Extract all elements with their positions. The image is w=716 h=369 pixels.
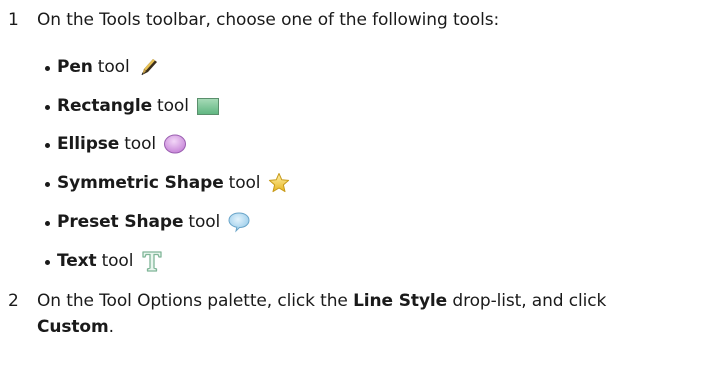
- tool-name: Pen: [57, 57, 93, 77]
- step-number: 2: [8, 291, 19, 311]
- list-item-ellipse: Ellipse tool: [45, 129, 187, 159]
- bullet: [45, 142, 50, 148]
- tool-name: Preset Shape: [57, 212, 184, 232]
- instruction-text: On the Tool Options palette, click the: [37, 291, 354, 311]
- step-instruction: On the Tools toolbar, choose one of the …: [37, 10, 500, 30]
- tool-suffix: tool: [124, 134, 157, 154]
- list-item-symmetric-shape: Symmetric Shape tool: [45, 168, 291, 198]
- tool-name: Text: [57, 251, 97, 271]
- tool-name: Ellipse: [57, 134, 120, 154]
- tool-suffix: tool: [157, 96, 189, 116]
- instruction-text: .: [108, 317, 114, 337]
- bullet: [45, 104, 50, 110]
- list-item-preset-shape: Preset Shape tool: [45, 207, 251, 237]
- step-number: 1: [8, 10, 19, 30]
- ui-term-custom: Custom: [37, 317, 109, 337]
- list-item-text: Text tool: [45, 246, 164, 276]
- ellipse-icon: [163, 133, 187, 155]
- pen-icon: [137, 56, 159, 78]
- instruction-text: drop-list, and click: [447, 291, 607, 311]
- rectangle-icon: [196, 95, 220, 117]
- speech-bubble-icon: [227, 211, 251, 233]
- bullet: [45, 65, 50, 71]
- bullet: [45, 259, 50, 265]
- ui-term-line-style: Line Style: [353, 291, 448, 311]
- tool-suffix: tool: [97, 57, 130, 77]
- tool-suffix: tool: [228, 173, 261, 193]
- tool-suffix: tool: [101, 251, 134, 271]
- tool-name: Rectangle: [57, 96, 153, 116]
- tool-name: Symmetric Shape: [57, 173, 224, 193]
- text-t-icon: [140, 250, 164, 272]
- step-instruction: On the Tool Options palette, click the L…: [37, 288, 712, 340]
- star-icon: [267, 172, 291, 194]
- list-item-pen: Pen tool: [45, 52, 159, 82]
- bullet: [45, 220, 50, 226]
- bullet: [45, 181, 50, 187]
- tool-suffix: tool: [188, 212, 221, 232]
- list-item-rectangle: Rectangle tool: [45, 91, 220, 121]
